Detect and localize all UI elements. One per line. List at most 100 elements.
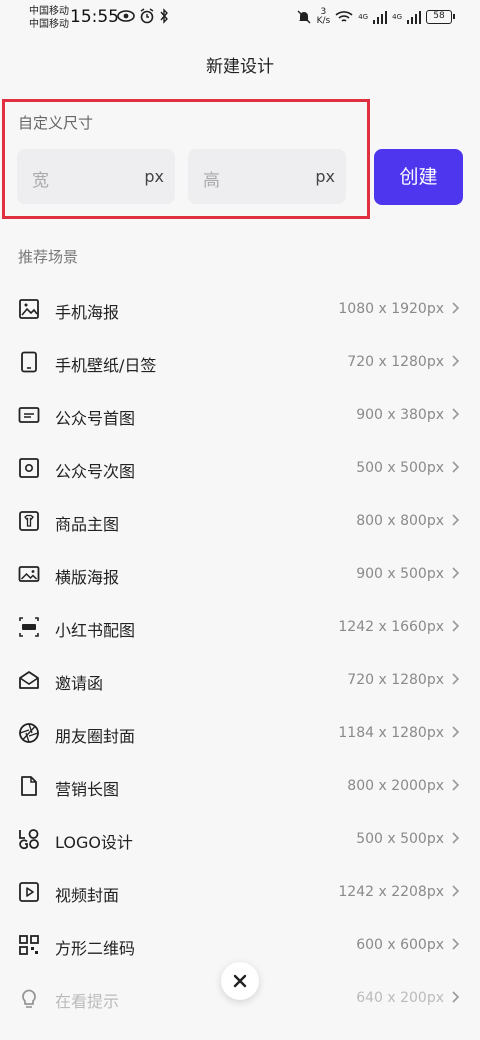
list-item[interactable]: 公众号次图 500 x 500px [0, 443, 480, 496]
list-item[interactable]: 手机海报 1080 x 1920px [0, 284, 480, 337]
item-size: 1242 x 1660px [338, 619, 444, 635]
chevron-right-icon [452, 832, 460, 844]
item-size: 640 x 200px [356, 990, 444, 1006]
square-icon [19, 458, 39, 478]
item-name: 手机壁纸/日签 [55, 356, 157, 375]
chevron-right-icon [452, 726, 460, 738]
list-item[interactable]: 视频封面 1242 x 2208px [0, 867, 480, 920]
list-item[interactable]: 小红书配图 1242 x 1660px [0, 602, 480, 655]
item-size: 500 x 500px [356, 831, 444, 847]
item-size: 600 x 600px [356, 937, 444, 953]
chevron-right-icon [452, 885, 460, 897]
battery-icon: 58 [426, 10, 455, 24]
chevron-right-icon [452, 779, 460, 791]
alarm-icon [140, 8, 154, 24]
close-icon [233, 974, 247, 988]
phone-icon [21, 351, 37, 373]
item-size: 1080 x 1920px [338, 301, 444, 317]
xiaohongshu-icon [19, 617, 39, 637]
bluetooth-icon [160, 8, 168, 24]
carrier-names: 中国移动 中国移动 [29, 5, 69, 31]
document-icon [21, 776, 37, 796]
status-bar: 中国移动 中国移动 15:55 3 K/s 4G 4G 58 [0, 0, 480, 36]
item-name: LOGO设计 [55, 833, 133, 852]
list-item[interactable]: LOGO设计 500 x 500px [0, 814, 480, 867]
item-name: 公众号次图 [55, 462, 136, 481]
create-button[interactable]: 创建 [374, 149, 463, 205]
width-unit: px [144, 167, 164, 186]
item-name: 营销长图 [55, 780, 120, 799]
list-item[interactable]: 邀请函 720 x 1280px [0, 655, 480, 708]
item-name: 公众号首图 [55, 409, 136, 428]
signal-1-label: 4G [358, 13, 369, 21]
item-name: 商品主图 [55, 515, 120, 534]
item-size: 1242 x 2208px [338, 884, 444, 900]
chevron-right-icon [452, 355, 460, 367]
signal-1-icon [373, 11, 388, 24]
custom-size-label: 自定义尺寸 [18, 114, 94, 132]
item-name: 邀请函 [55, 674, 104, 693]
signal-2-label: 4G [392, 13, 402, 21]
chevron-right-icon [452, 673, 460, 685]
item-name: 在看提示 [55, 992, 120, 1011]
item-name: 手机海报 [55, 303, 120, 322]
item-size: 500 x 500px [356, 460, 444, 476]
item-size: 720 x 1280px [347, 354, 444, 370]
chevron-right-icon [452, 938, 460, 950]
height-input[interactable]: 高 px [188, 149, 346, 204]
item-size: 1184 x 1280px [338, 725, 444, 741]
chevron-right-icon [452, 514, 460, 526]
item-size: 800 x 2000px [347, 778, 444, 794]
carrier-2: 中国移动 [29, 19, 69, 30]
scene-list: 手机海报 1080 x 1920px 手机壁纸/日签 720 x 1280px … [0, 284, 480, 1026]
item-name: 横版海报 [55, 568, 120, 587]
close-button[interactable] [221, 962, 259, 1000]
height-placeholder: 高 [203, 171, 220, 191]
width-placeholder: 宽 [32, 171, 49, 191]
banner-icon [18, 407, 40, 423]
envelope-icon [19, 671, 39, 689]
chevron-right-icon [452, 302, 460, 314]
item-name: 视频封面 [55, 886, 120, 905]
list-item[interactable]: 营销长图 800 x 2000px [0, 761, 480, 814]
item-size: 900 x 380px [356, 407, 444, 423]
list-item[interactable]: 公众号首图 900 x 380px [0, 390, 480, 443]
video-icon [19, 882, 39, 902]
clock: 15:55 [70, 7, 119, 27]
lightbulb-icon [22, 989, 36, 1008]
eye-icon [117, 10, 135, 22]
chevron-right-icon [452, 567, 460, 579]
list-item[interactable]: 朋友圈封面 1184 x 1280px [0, 708, 480, 761]
item-size: 720 x 1280px [347, 672, 444, 688]
image-icon [19, 299, 39, 319]
item-size: 800 x 800px [356, 513, 444, 529]
logo-icon [19, 829, 39, 850]
width-input[interactable]: 宽 px [17, 149, 175, 204]
chevron-right-icon [452, 408, 460, 420]
item-size: 900 x 500px [356, 566, 444, 582]
wifi-icon [335, 11, 353, 22]
carrier-1: 中国移动 [29, 6, 69, 17]
mute-bell-icon [297, 10, 311, 24]
chevron-right-icon [452, 461, 460, 473]
list-item[interactable]: 商品主图 800 x 800px [0, 496, 480, 549]
status-icons-left [117, 8, 169, 24]
chevron-right-icon [452, 991, 460, 1003]
net-speed-unit: K/s [316, 16, 331, 26]
recommended-label: 推荐场景 [18, 248, 79, 266]
list-item[interactable]: 手机壁纸/日签 720 x 1280px [0, 337, 480, 390]
shirt-icon [19, 511, 39, 531]
status-icons-right: 3 K/s 4G 4G 58 [296, 8, 455, 26]
chevron-right-icon [452, 620, 460, 632]
list-item[interactable]: 横版海报 900 x 500px [0, 549, 480, 602]
item-name: 小红书配图 [55, 621, 136, 640]
qrcode-icon [19, 935, 39, 955]
net-speed: 3 K/s [317, 8, 331, 26]
height-unit: px [315, 167, 335, 186]
page-title: 新建设计 [206, 57, 274, 77]
item-name: 方形二维码 [55, 939, 136, 958]
landscape-image-icon [18, 566, 40, 582]
signal-2-icon [407, 11, 421, 24]
aperture-icon [19, 723, 39, 743]
item-name: 朋友圈封面 [55, 727, 136, 746]
